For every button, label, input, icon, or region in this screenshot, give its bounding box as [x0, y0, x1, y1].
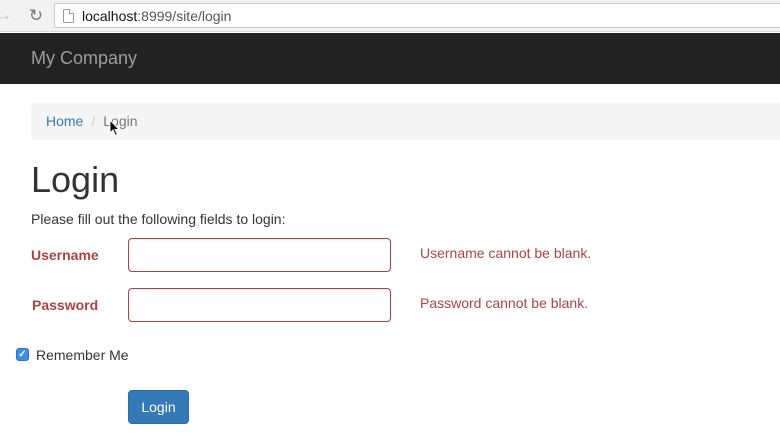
address-bar[interactable]: localhost:8999/site/login	[54, 3, 780, 28]
password-error: Password cannot be blank.	[420, 295, 589, 311]
remember-me-checkbox[interactable]: ✓	[16, 348, 29, 361]
url-path: :8999/site/login	[137, 8, 232, 24]
password-label: Password	[32, 297, 99, 313]
url-host: localhost	[82, 8, 138, 24]
back-arrow-icon[interactable]: →	[0, 6, 14, 26]
reload-icon[interactable]: ↻	[26, 6, 46, 26]
login-button[interactable]: Login	[128, 390, 189, 424]
page-title: Login	[31, 159, 120, 200]
username-label: Username	[31, 247, 99, 263]
breadcrumb-home-link[interactable]: Home	[46, 113, 83, 129]
form-instructions: Please fill out the following fields to …	[31, 211, 286, 227]
navbar: My Company	[0, 33, 780, 84]
mouse-cursor-icon	[109, 119, 121, 137]
url-text: localhost:8999/site/login	[82, 7, 231, 25]
username-field[interactable]	[128, 238, 391, 272]
browser-toolbar: → ↻ localhost:8999/site/login	[0, 0, 780, 32]
password-field[interactable]	[128, 288, 391, 322]
username-error: Username cannot be blank.	[420, 245, 592, 261]
breadcrumb-separator: /	[91, 113, 96, 129]
breadcrumb: Home / Login	[31, 103, 780, 140]
brand-link[interactable]: My Company	[31, 47, 137, 69]
page-icon	[63, 9, 74, 23]
remember-me-label[interactable]: Remember Me	[36, 346, 129, 364]
